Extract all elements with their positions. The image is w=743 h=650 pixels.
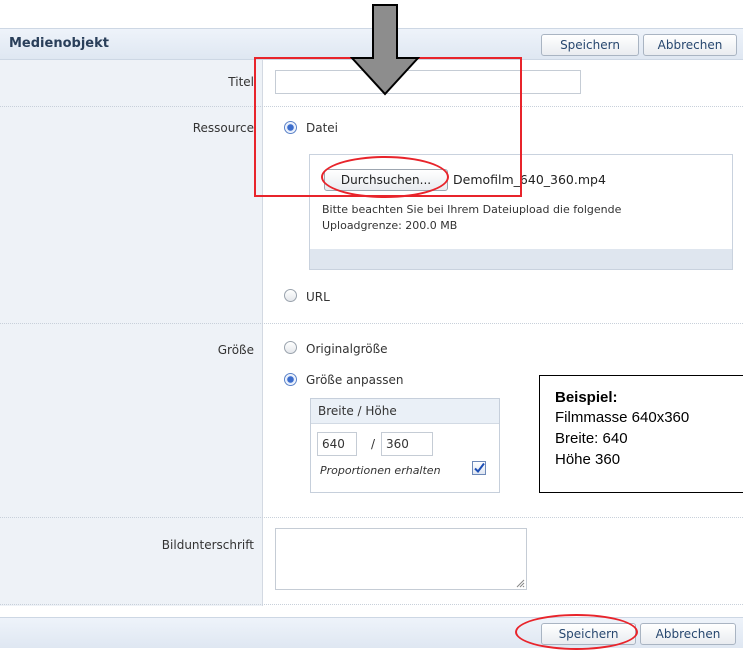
title-label: Titel	[228, 75, 254, 89]
upload-panel-footer	[310, 249, 732, 269]
dimension-separator: /	[371, 437, 376, 451]
width-input[interactable]	[317, 432, 357, 456]
size-original-label: Originalgröße	[306, 342, 388, 356]
size-label: Größe	[217, 343, 254, 357]
upload-hint-line1: Bitte beachten Sie bei Ihrem Dateiupload…	[322, 203, 622, 216]
footer-cancel-button[interactable]: Abbrechen	[640, 623, 736, 645]
caption-label: Bildunterschrift	[161, 538, 254, 552]
resource-url-label: URL	[306, 290, 330, 304]
annotation-title: Beispiel:	[555, 389, 618, 406]
annotation-line2: Breite: 640	[555, 430, 628, 447]
height-input[interactable]	[381, 432, 433, 456]
row-separator	[0, 323, 743, 324]
size-custom-radio[interactable]	[284, 373, 297, 386]
header-save-button[interactable]: Speichern	[541, 34, 639, 56]
row-separator	[0, 517, 743, 518]
size-original-radio[interactable]	[284, 341, 297, 354]
upload-hint-line2: Uploadgrenze: 200.0 MB	[322, 219, 458, 232]
keep-proportions-checkbox[interactable]	[472, 461, 486, 475]
caption-textarea[interactable]	[275, 528, 527, 590]
annotation-line3: Höhe 360	[555, 451, 621, 468]
browse-highlight-ellipse	[321, 156, 449, 198]
keep-proportions-label: Proportionen erhalten	[320, 464, 441, 477]
annotation-line1: Filmmasse 640x360	[555, 409, 690, 426]
resize-handle-icon[interactable]	[515, 578, 525, 588]
dimension-header: Breite / Höhe	[318, 404, 397, 418]
row-separator	[0, 604, 743, 605]
save-highlight-ellipse	[515, 614, 638, 650]
dialog-title: Medienobjekt	[9, 36, 109, 51]
size-custom-label: Größe anpassen	[306, 373, 404, 387]
checkmark-icon	[474, 462, 485, 474]
resource-label: Ressource	[192, 121, 254, 135]
header-cancel-button[interactable]: Abbrechen	[643, 34, 737, 56]
resource-url-radio[interactable]	[284, 289, 297, 302]
down-arrow-icon	[350, 4, 420, 96]
label-column	[0, 60, 263, 606]
